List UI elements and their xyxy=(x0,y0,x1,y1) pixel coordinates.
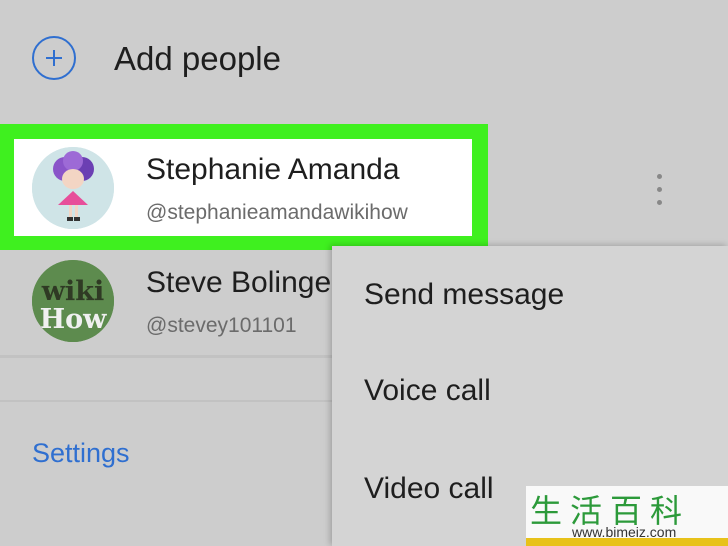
contact-row-steve[interactable]: wiki How Steve Bolinge @stevey101101 xyxy=(0,250,340,354)
menu-item-voice-call[interactable]: Voice call xyxy=(364,374,491,408)
divider xyxy=(0,355,340,358)
menu-item-video-call[interactable]: Video call xyxy=(364,472,494,506)
avatar: wiki How xyxy=(32,260,114,342)
more-options-icon[interactable] xyxy=(650,172,668,208)
contact-handle: @stephanieamandawikihow xyxy=(146,201,408,224)
watermark: 生活百科 www.bimeiz.com xyxy=(526,486,728,546)
watermark-stripe xyxy=(526,538,728,546)
add-people-icon[interactable] xyxy=(32,36,76,80)
settings-link[interactable]: Settings xyxy=(32,438,130,469)
svg-text:How: How xyxy=(40,304,108,335)
contact-name: Steve Bolinge xyxy=(146,266,332,299)
divider xyxy=(0,400,340,402)
contact-row-stephanie[interactable]: Stephanie Amanda @stephanieamandawikihow xyxy=(14,139,472,236)
contact-name: Stephanie Amanda xyxy=(146,153,400,186)
contact-handle: @stevey101101 xyxy=(146,314,297,337)
menu-item-send-message[interactable]: Send message xyxy=(364,278,564,312)
svg-text:wiki: wiki xyxy=(41,276,104,307)
avatar xyxy=(32,147,114,229)
add-people-label[interactable]: Add people xyxy=(114,40,281,78)
